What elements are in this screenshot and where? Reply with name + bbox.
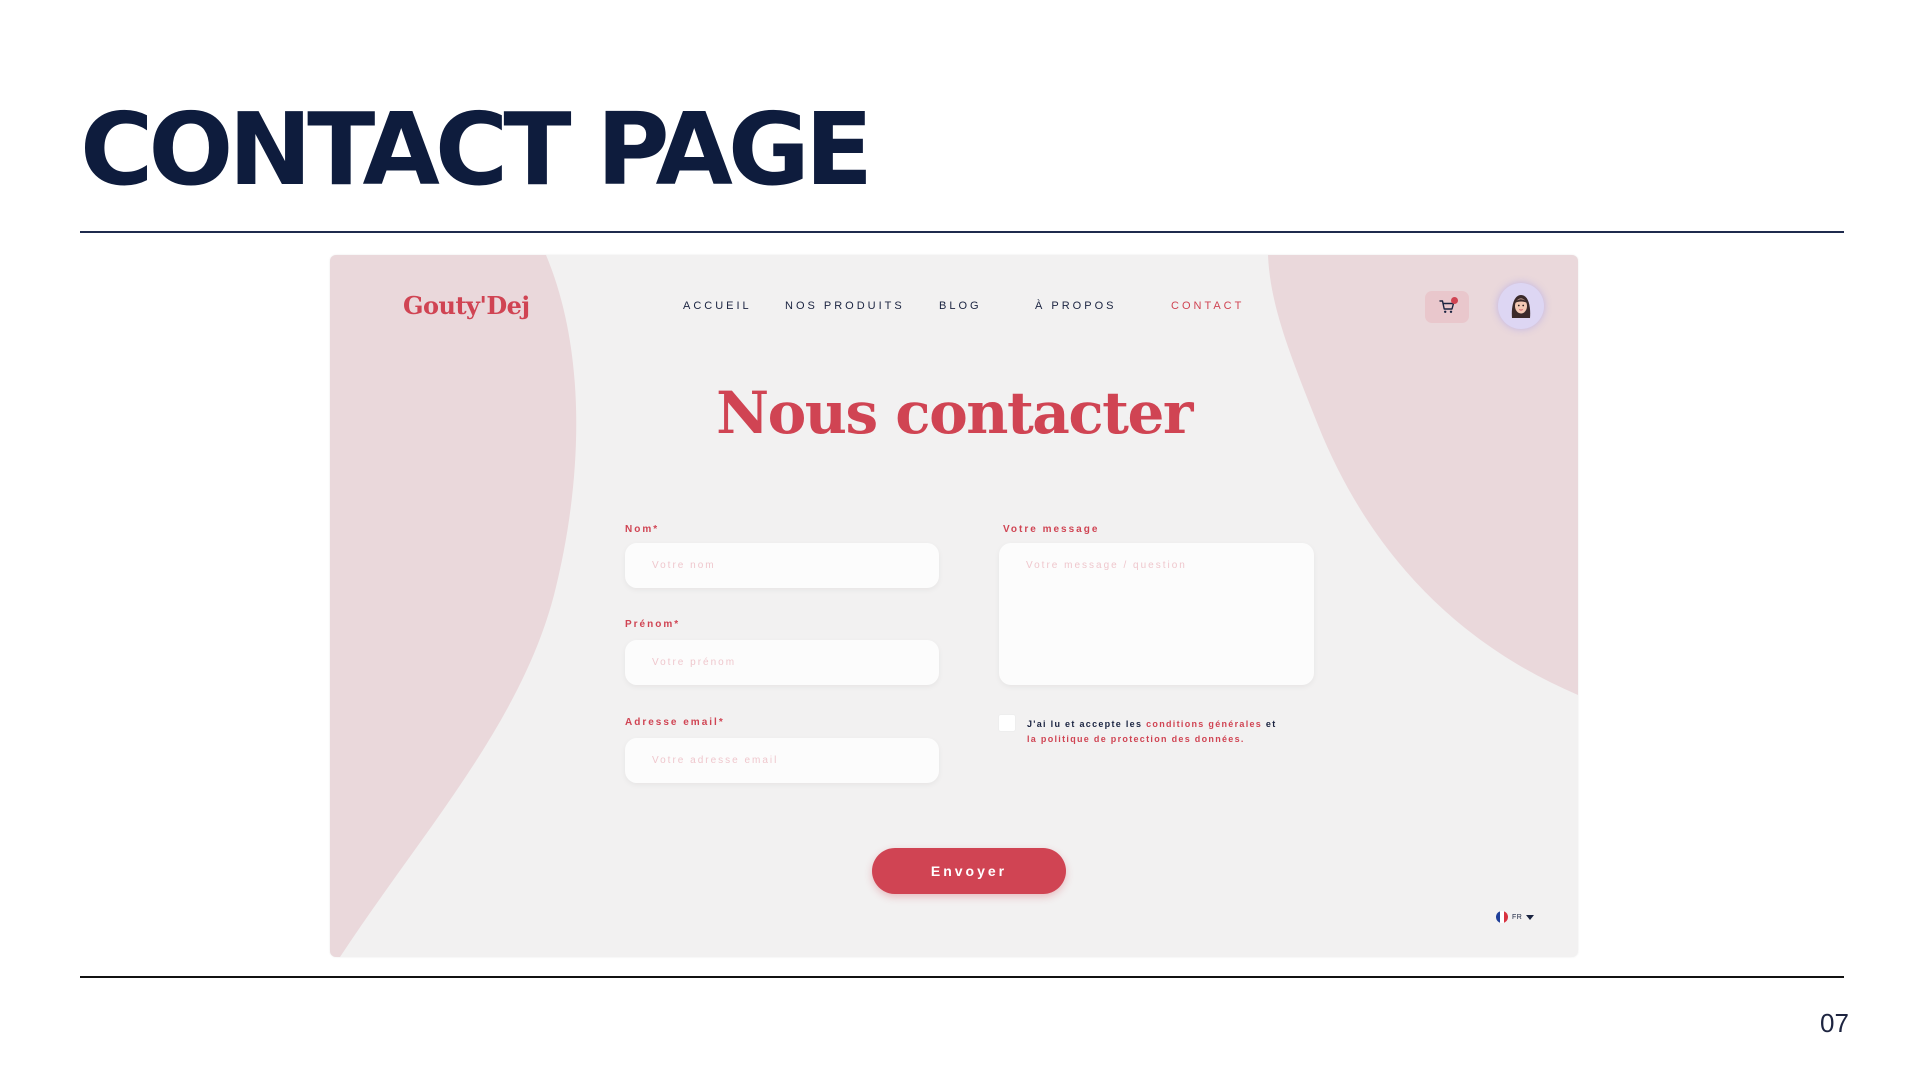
nom-label: Nom* bbox=[625, 524, 660, 535]
terms-link[interactable]: conditions générales bbox=[1146, 719, 1262, 729]
slide-title: CONTACT PAGE bbox=[80, 91, 873, 208]
user-avatar[interactable] bbox=[1498, 283, 1544, 329]
page-number: 07 bbox=[1820, 1008, 1849, 1038]
nav-item-a-propos[interactable]: À PROPOS bbox=[1035, 300, 1116, 312]
prenom-input[interactable] bbox=[625, 640, 939, 685]
language-selector[interactable]: FR bbox=[1496, 911, 1535, 923]
site-logo[interactable]: Gouty'Dej bbox=[403, 291, 530, 320]
nav-item-nos-produits[interactable]: NOS PRODUITS bbox=[785, 300, 905, 312]
nav-item-contact[interactable]: CONTACT bbox=[1171, 300, 1244, 312]
nom-input[interactable] bbox=[625, 543, 939, 588]
consent-text: J'ai lu et accepte les conditions généra… bbox=[1027, 717, 1327, 747]
cart-button[interactable] bbox=[1425, 291, 1469, 323]
language-code: FR bbox=[1512, 913, 1523, 921]
chevron-down-icon bbox=[1526, 914, 1535, 920]
nav-item-blog[interactable]: BLOG bbox=[939, 300, 982, 312]
message-textarea[interactable] bbox=[999, 543, 1314, 685]
email-input[interactable] bbox=[625, 738, 939, 783]
page-heading: Nous contacter bbox=[716, 379, 1193, 447]
avatar-icon bbox=[1511, 295, 1531, 318]
consent-checkbox[interactable] bbox=[998, 714, 1016, 732]
message-label: Votre message bbox=[1003, 524, 1100, 535]
contact-page-mockup: Gouty'Dej ACCUEIL NOS PRODUITS BLOG À PR… bbox=[330, 255, 1578, 957]
france-flag-icon bbox=[1496, 911, 1508, 923]
cart-badge-dot bbox=[1451, 297, 1458, 304]
consent-middle: et bbox=[1262, 719, 1277, 729]
nav-item-accueil[interactable]: ACCUEIL bbox=[683, 300, 752, 312]
bottom-divider bbox=[80, 976, 1844, 978]
submit-button[interactable]: Envoyer bbox=[872, 848, 1066, 894]
consent-prefix: J'ai lu et accepte les bbox=[1027, 719, 1147, 729]
privacy-policy-link[interactable]: la politique de protection des données. bbox=[1027, 734, 1245, 744]
email-label: Adresse email* bbox=[625, 717, 725, 728]
prenom-label: Prénom* bbox=[625, 619, 681, 630]
top-divider bbox=[80, 231, 1844, 233]
